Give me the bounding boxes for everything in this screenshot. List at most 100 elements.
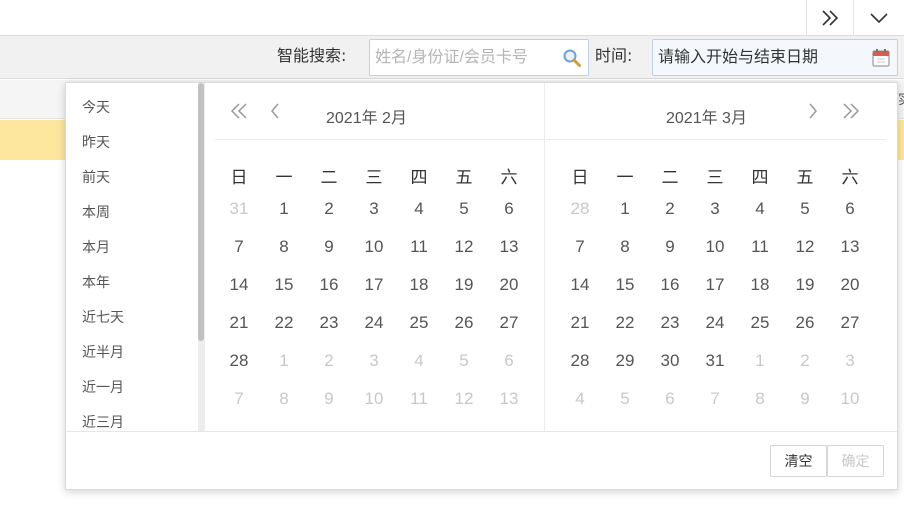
next-month-button[interactable]: [801, 101, 825, 125]
day-cell[interactable]: 3: [354, 199, 394, 219]
day-cell[interactable]: 8: [605, 237, 645, 257]
day-cell[interactable]: 6: [489, 199, 529, 219]
adjacent-month-day-cell[interactable]: 10: [354, 389, 394, 409]
prev-year-button[interactable]: [227, 101, 251, 125]
adjacent-month-day-cell[interactable]: 1: [740, 351, 780, 371]
day-cell[interactable]: 12: [444, 237, 484, 257]
day-cell[interactable]: 20: [489, 275, 529, 295]
shortcut-scrollbar-thumb[interactable]: [198, 83, 204, 341]
day-cell[interactable]: 10: [695, 237, 735, 257]
day-cell[interactable]: 17: [695, 275, 735, 295]
day-cell[interactable]: 29: [605, 351, 645, 371]
day-cell[interactable]: 9: [309, 237, 349, 257]
day-cell[interactable]: 26: [785, 313, 825, 333]
confirm-button[interactable]: 确定: [827, 445, 884, 477]
day-cell[interactable]: 28: [219, 351, 259, 371]
shortcut-list[interactable]: 今天 昨天 前天 本周 本月 本年 近七天 近半月 近一月 近三月: [66, 83, 205, 431]
adjacent-month-day-cell[interactable]: 6: [650, 389, 690, 409]
day-cell[interactable]: 25: [740, 313, 780, 333]
day-cell[interactable]: 25: [399, 313, 439, 333]
adjacent-month-day-cell[interactable]: 31: [219, 199, 259, 219]
day-cell[interactable]: 18: [399, 275, 439, 295]
adjacent-month-day-cell[interactable]: 7: [219, 389, 259, 409]
day-cell[interactable]: 22: [264, 313, 304, 333]
day-cell[interactable]: 19: [444, 275, 484, 295]
search-input[interactable]: [370, 42, 555, 73]
day-cell[interactable]: 1: [264, 199, 304, 219]
adjacent-month-day-cell[interactable]: 10: [830, 389, 870, 409]
expand-panel-button[interactable]: [806, 0, 853, 35]
adjacent-month-day-cell[interactable]: 1: [264, 351, 304, 371]
adjacent-month-day-cell[interactable]: 12: [444, 389, 484, 409]
calendar-icon[interactable]: [871, 48, 891, 72]
day-cell[interactable]: 5: [444, 199, 484, 219]
day-cell[interactable]: 4: [740, 199, 780, 219]
day-cell[interactable]: 21: [219, 313, 259, 333]
prev-month-button[interactable]: [263, 101, 287, 125]
day-cell[interactable]: 7: [219, 237, 259, 257]
day-cell[interactable]: 26: [444, 313, 484, 333]
shortcut-last-month[interactable]: 近一月: [82, 379, 124, 397]
date-range-input[interactable]: [653, 42, 838, 73]
day-cell[interactable]: 16: [650, 275, 690, 295]
day-cell[interactable]: 31: [695, 351, 735, 371]
day-cell[interactable]: 20: [830, 275, 870, 295]
shortcut-yesterday[interactable]: 昨天: [82, 134, 110, 152]
day-cell[interactable]: 18: [740, 275, 780, 295]
day-cell[interactable]: 14: [219, 275, 259, 295]
adjacent-month-day-cell[interactable]: 3: [830, 351, 870, 371]
clear-button[interactable]: 清空: [770, 445, 827, 477]
day-cell[interactable]: 16: [309, 275, 349, 295]
day-cell[interactable]: 19: [785, 275, 825, 295]
day-cell[interactable]: 22: [605, 313, 645, 333]
adjacent-month-day-cell[interactable]: 4: [560, 389, 600, 409]
adjacent-month-day-cell[interactable]: 5: [605, 389, 645, 409]
day-cell[interactable]: 28: [560, 351, 600, 371]
day-cell[interactable]: 30: [650, 351, 690, 371]
day-cell[interactable]: 14: [560, 275, 600, 295]
shortcut-day-before-yesterday[interactable]: 前天: [82, 169, 110, 187]
day-cell[interactable]: 13: [830, 237, 870, 257]
day-cell[interactable]: 10: [354, 237, 394, 257]
day-cell[interactable]: 24: [354, 313, 394, 333]
day-cell[interactable]: 27: [830, 313, 870, 333]
day-cell[interactable]: 23: [309, 313, 349, 333]
shortcut-last-half-month[interactable]: 近半月: [82, 344, 124, 362]
day-cell[interactable]: 3: [695, 199, 735, 219]
adjacent-month-day-cell[interactable]: 28: [560, 199, 600, 219]
adjacent-month-day-cell[interactable]: 8: [740, 389, 780, 409]
adjacent-month-day-cell[interactable]: 6: [489, 351, 529, 371]
shortcut-this-month[interactable]: 本月: [82, 239, 110, 257]
adjacent-month-day-cell[interactable]: 5: [444, 351, 484, 371]
adjacent-month-day-cell[interactable]: 7: [695, 389, 735, 409]
day-cell[interactable]: 1: [605, 199, 645, 219]
day-cell[interactable]: 23: [650, 313, 690, 333]
day-cell[interactable]: 5: [785, 199, 825, 219]
search-icon[interactable]: [562, 48, 582, 72]
day-cell[interactable]: 11: [740, 237, 780, 257]
shortcut-today[interactable]: 今天: [82, 99, 110, 117]
adjacent-month-day-cell[interactable]: 2: [309, 351, 349, 371]
day-cell[interactable]: 11: [399, 237, 439, 257]
day-cell[interactable]: 8: [264, 237, 304, 257]
day-cell[interactable]: 2: [309, 199, 349, 219]
dropdown-toggle-button[interactable]: [853, 0, 904, 35]
day-cell[interactable]: 17: [354, 275, 394, 295]
smart-search-field[interactable]: [369, 39, 589, 76]
adjacent-month-day-cell[interactable]: 4: [399, 351, 439, 371]
day-cell[interactable]: 21: [560, 313, 600, 333]
next-year-button[interactable]: [839, 101, 863, 125]
adjacent-month-day-cell[interactable]: 8: [264, 389, 304, 409]
day-cell[interactable]: 24: [695, 313, 735, 333]
day-cell[interactable]: 27: [489, 313, 529, 333]
day-cell[interactable]: 6: [830, 199, 870, 219]
adjacent-month-day-cell[interactable]: 3: [354, 351, 394, 371]
adjacent-month-day-cell[interactable]: 11: [399, 389, 439, 409]
adjacent-month-day-cell[interactable]: 9: [785, 389, 825, 409]
day-cell[interactable]: 12: [785, 237, 825, 257]
shortcut-last-7-days[interactable]: 近七天: [82, 309, 124, 327]
date-range-field[interactable]: [652, 39, 898, 76]
shortcut-this-week[interactable]: 本周: [82, 204, 110, 222]
day-cell[interactable]: 15: [605, 275, 645, 295]
shortcut-this-year[interactable]: 本年: [82, 274, 110, 292]
